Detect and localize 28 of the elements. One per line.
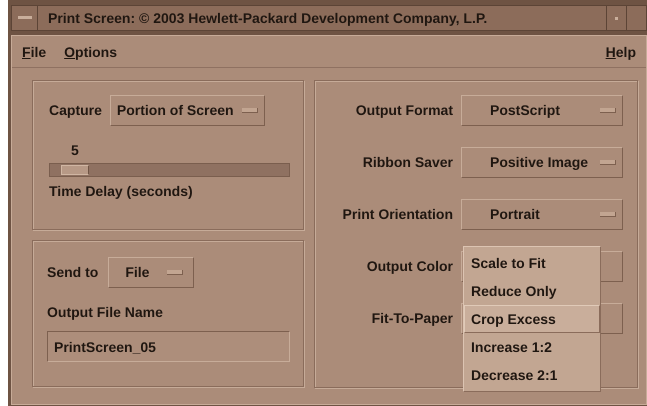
output-file-label: Output File Name (47, 303, 164, 322)
time-delay-reading: 5 (71, 141, 80, 160)
option-label: Fit-To-Paper (372, 309, 453, 328)
send-to-option-button[interactable]: File (108, 257, 194, 288)
option-label: Output Format (356, 101, 453, 120)
output-file-field[interactable]: PrintScreen_05 (47, 331, 290, 362)
bar-icon (18, 16, 32, 20)
menu-option[interactable]: Reduce Only (464, 277, 600, 305)
option-button[interactable]: Portrait (461, 199, 623, 230)
capture-label: Capture (49, 101, 102, 120)
option-label: Print Orientation (342, 205, 453, 224)
capture-option-button[interactable]: Portion of Screen (110, 95, 265, 126)
menu-item[interactable]: File (20, 42, 48, 63)
send-to-label: Send to (47, 263, 98, 282)
time-delay-slider[interactable] (49, 163, 290, 177)
menu-option[interactable]: Decrease 2:1 (464, 361, 600, 389)
option-button[interactable]: PostScript (461, 95, 623, 126)
option-label: Output Color (366, 257, 453, 276)
menu-option[interactable]: Crop Excess (464, 305, 600, 333)
menu-item[interactable]: Options (62, 42, 120, 63)
slider-thumb[interactable] (60, 165, 89, 175)
menu-item[interactable]: Help (604, 42, 638, 63)
menu-option[interactable]: Increase 1:2 (464, 333, 600, 361)
menu-option[interactable]: Scale to Fit (464, 249, 600, 277)
time-delay-label: Time Delay (seconds) (49, 182, 194, 201)
option-button[interactable]: Positive Image (461, 147, 623, 178)
window-title: Print Screen: © 2003 Hewlett-Packard Development Company, L.P. (47, 8, 488, 28)
option-label: Ribbon Saver (362, 153, 453, 172)
